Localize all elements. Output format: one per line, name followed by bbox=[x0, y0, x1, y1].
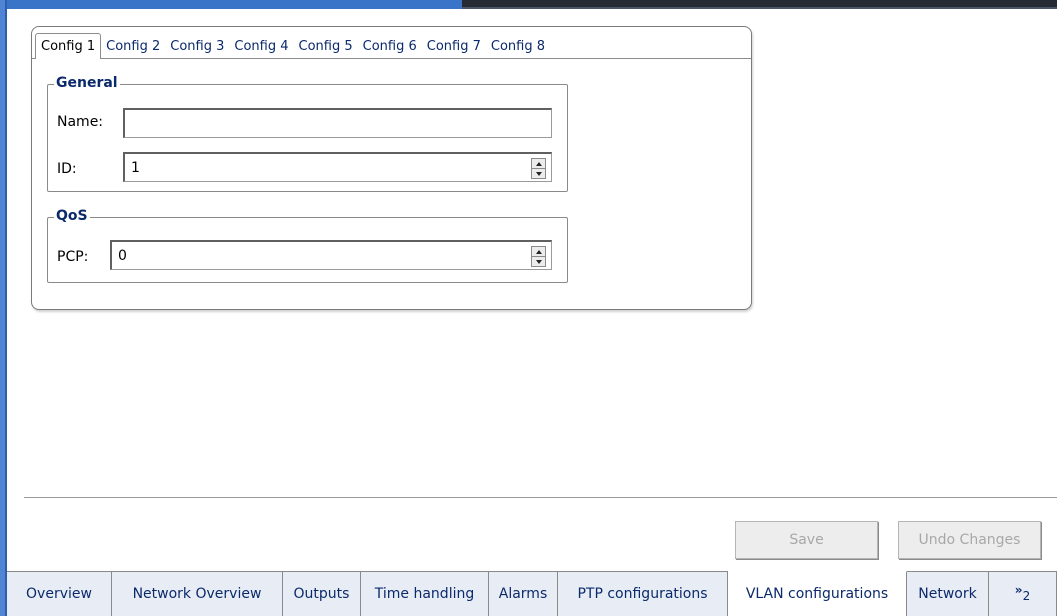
name-label: Name: bbox=[57, 114, 104, 130]
arrow-up-icon bbox=[535, 161, 542, 166]
tab-config-6[interactable]: Config 6 bbox=[358, 37, 422, 59]
qos-group-legend: QoS bbox=[54, 208, 90, 225]
tab-config-1[interactable]: Config 1 bbox=[35, 33, 102, 59]
arrow-down-icon bbox=[535, 171, 542, 176]
tab-vlan-configurations[interactable]: VLAN configurations bbox=[728, 571, 907, 616]
more-tabs-button[interactable]: » 2 bbox=[989, 571, 1057, 616]
bottom-tab-bar: Overview Network Overview Outputs Time h… bbox=[7, 571, 1057, 616]
content-divider bbox=[24, 497, 1057, 498]
undo-changes-button[interactable]: Undo Changes bbox=[898, 521, 1041, 559]
general-group-legend: General bbox=[54, 75, 120, 92]
window-left-border bbox=[0, 0, 7, 616]
general-group: General Name: ID: 1 bbox=[47, 75, 568, 192]
pcp-increment-button[interactable] bbox=[531, 246, 546, 257]
arrow-down-icon bbox=[535, 259, 542, 264]
window-top-border bbox=[0, 0, 462, 9]
window-top-bar bbox=[462, 0, 1057, 9]
pcp-value: 0 bbox=[118, 248, 127, 264]
id-value: 1 bbox=[131, 160, 140, 176]
qos-group: QoS PCP: 0 bbox=[47, 208, 568, 283]
tab-network[interactable]: Network bbox=[907, 571, 989, 616]
tab-network-overview[interactable]: Network Overview bbox=[112, 571, 283, 616]
id-spin-buttons bbox=[531, 158, 546, 179]
tab-config-5[interactable]: Config 5 bbox=[294, 37, 358, 59]
config-tab-panel: Config 1 Config 2 Config 3 Config 4 Conf… bbox=[31, 26, 752, 310]
tab-config-4[interactable]: Config 4 bbox=[229, 37, 293, 59]
tab-config-2[interactable]: Config 2 bbox=[101, 37, 165, 59]
save-button[interactable]: Save bbox=[735, 521, 878, 559]
id-increment-button[interactable] bbox=[531, 158, 546, 169]
pcp-decrement-button[interactable] bbox=[531, 257, 546, 267]
tab-alarms[interactable]: Alarms bbox=[489, 571, 558, 616]
id-spinner[interactable]: 1 bbox=[123, 152, 552, 182]
chevron-double-right-icon: » bbox=[1014, 583, 1023, 597]
tab-config-7[interactable]: Config 7 bbox=[422, 37, 486, 59]
config-tab-strip: Config 1 Config 2 Config 3 Config 4 Conf… bbox=[35, 33, 550, 59]
tab-overview[interactable]: Overview bbox=[7, 571, 112, 616]
tab-strip-divider bbox=[32, 58, 751, 59]
pcp-spinner[interactable]: 0 bbox=[110, 240, 552, 270]
tab-config-8[interactable]: Config 8 bbox=[486, 37, 550, 59]
tab-outputs[interactable]: Outputs bbox=[283, 571, 361, 616]
id-label: ID: bbox=[57, 161, 77, 177]
tab-ptp-configurations[interactable]: PTP configurations bbox=[558, 571, 728, 616]
pcp-spin-buttons bbox=[531, 246, 546, 267]
name-input[interactable] bbox=[123, 108, 552, 138]
id-decrement-button[interactable] bbox=[531, 169, 546, 179]
tab-config-3[interactable]: Config 3 bbox=[165, 37, 229, 59]
pcp-label: PCP: bbox=[57, 249, 89, 265]
tab-time-handling[interactable]: Time handling bbox=[361, 571, 489, 616]
more-tabs-count: 2 bbox=[1022, 589, 1031, 603]
arrow-up-icon bbox=[535, 249, 542, 254]
